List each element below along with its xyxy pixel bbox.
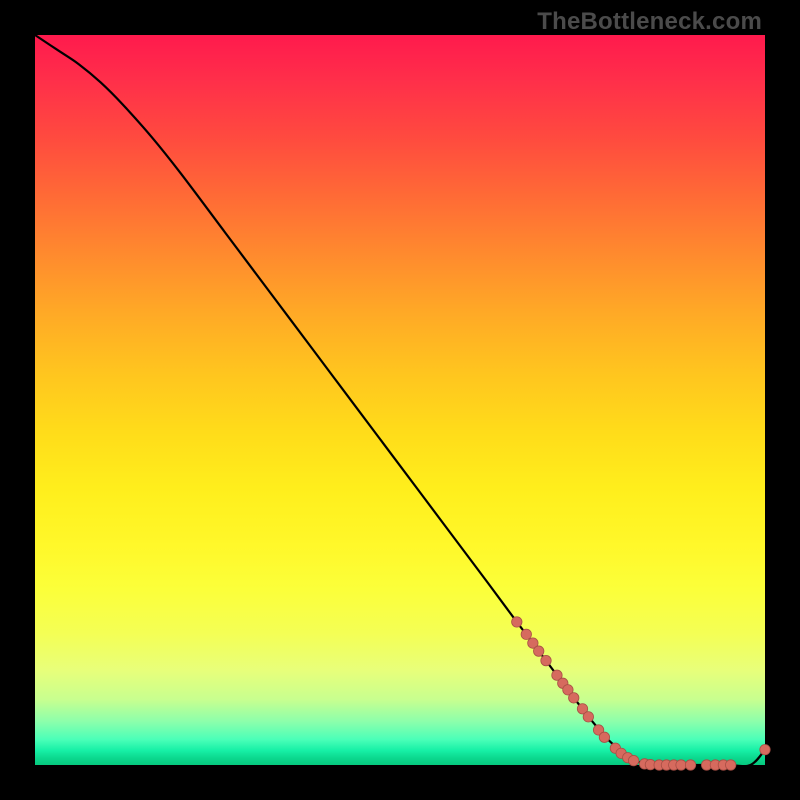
data-point	[685, 760, 695, 770]
data-point	[541, 655, 551, 665]
bottleneck-curve	[35, 35, 765, 766]
data-point	[521, 629, 531, 639]
data-point	[725, 760, 735, 770]
data-markers	[512, 617, 771, 770]
chart-frame: TheBottleneck.com	[0, 0, 800, 800]
data-point	[569, 693, 579, 703]
data-point	[628, 755, 638, 765]
plot-area	[35, 35, 765, 765]
data-point	[534, 646, 544, 656]
data-point	[760, 744, 770, 754]
data-point	[512, 617, 522, 627]
data-point	[676, 760, 686, 770]
data-point	[599, 732, 609, 742]
curve-layer	[35, 35, 765, 765]
data-point	[583, 712, 593, 722]
watermark-text: TheBottleneck.com	[537, 8, 762, 36]
